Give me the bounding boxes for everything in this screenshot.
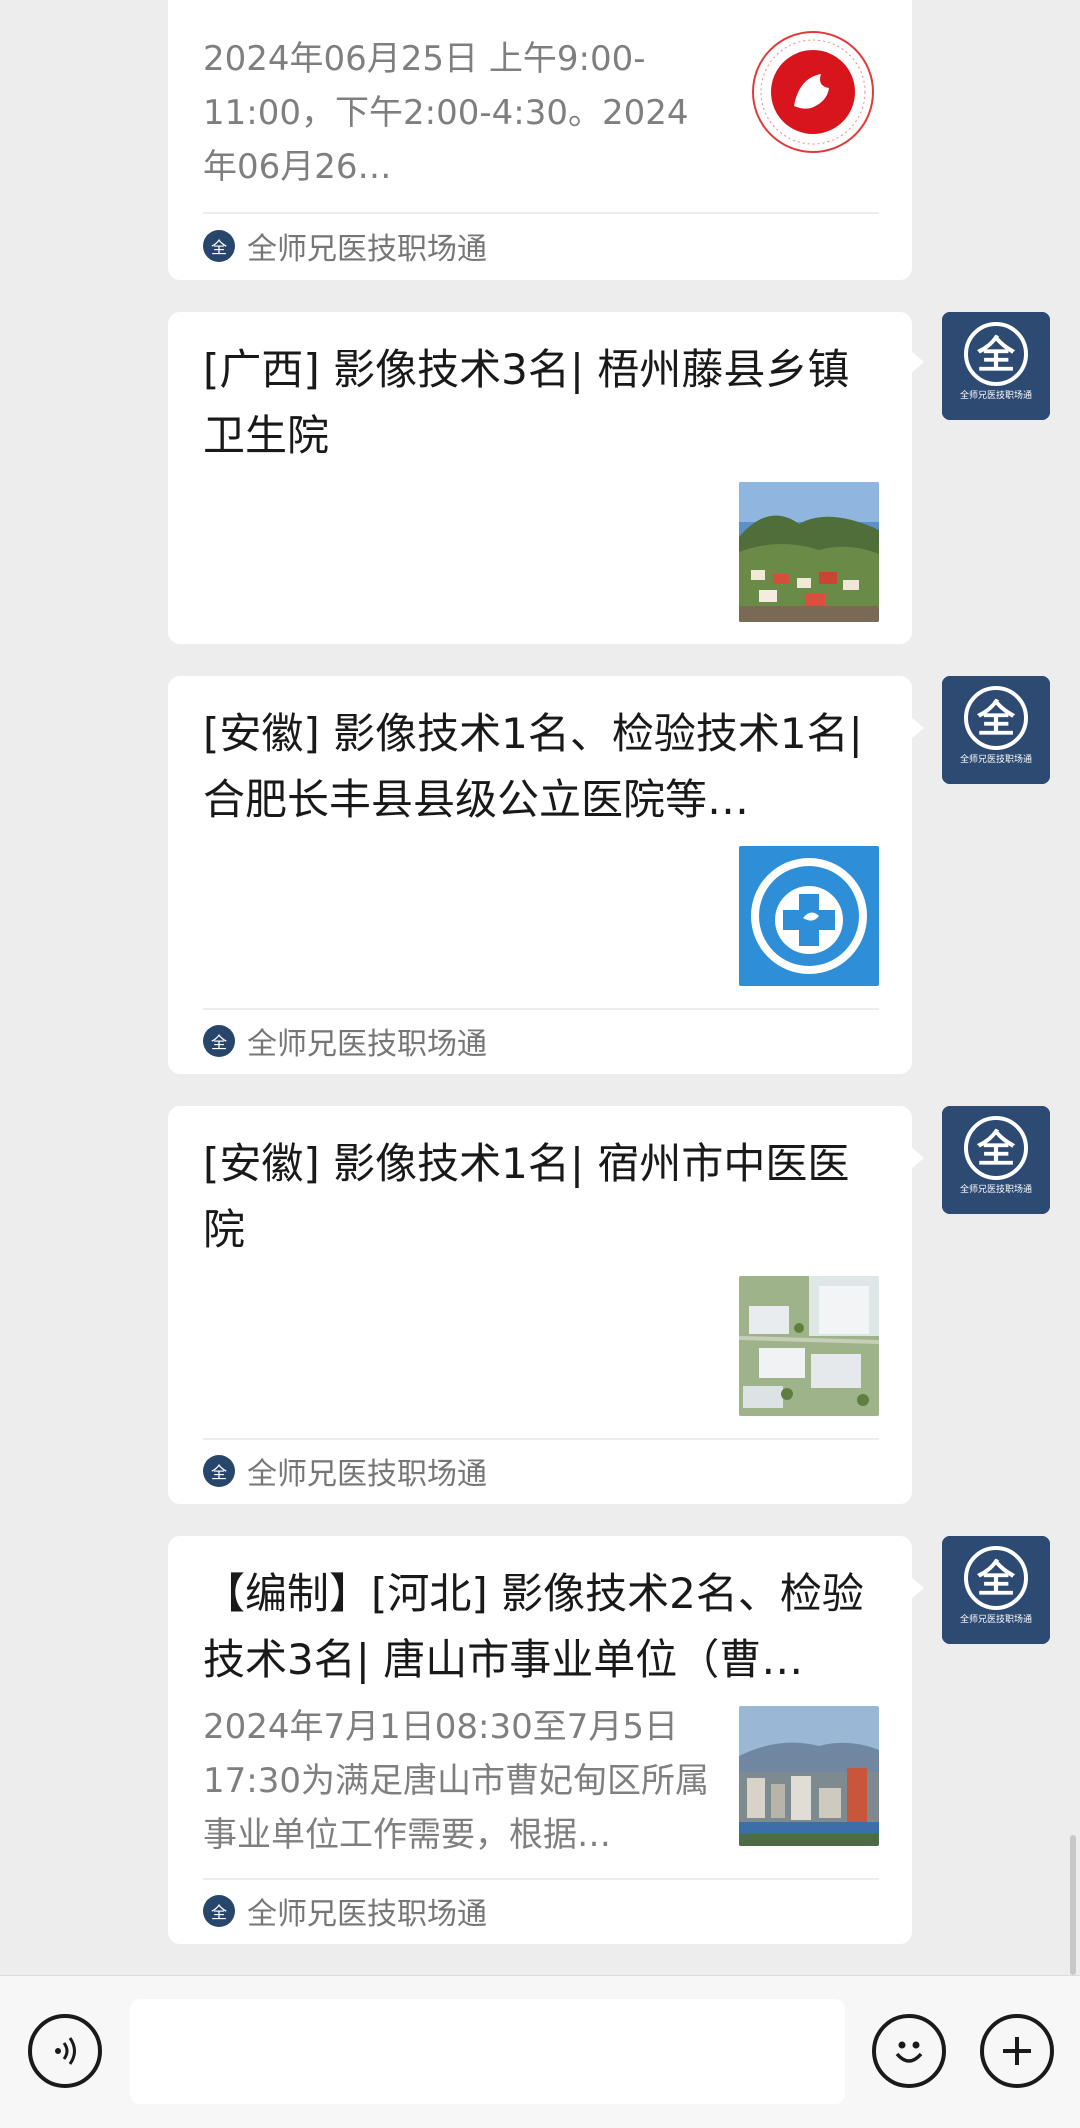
official-account-avatar[interactable]: 全 全师兄医技职场通 — [942, 676, 1050, 784]
article-card[interactable]: 2024年06月25日 上午9:00-11:00，下午2:00-4:30。202… — [168, 0, 912, 280]
article-card[interactable]: 【编制】[河北] 影像技术2名、检验技术3名| 唐山市事业单位（曹… 2024年… — [168, 1536, 912, 1944]
avatar-glyph: 全 — [976, 1127, 1016, 1171]
article-title: [安徽] 影像技术1名| 宿州市中医医院 — [203, 1139, 850, 1254]
article-thumbnail — [749, 28, 877, 156]
source-name: 全师兄医技职场通 — [247, 1897, 487, 1932]
article-description: 2024年06月25日 上午9:00-11:00，下午2:00-4:30。202… — [203, 39, 689, 187]
official-account-avatar[interactable]: 全 全师兄医技职场通 — [942, 312, 1050, 420]
source-logo-icon: 全 — [203, 230, 235, 262]
card-divider — [203, 212, 879, 214]
emoji-button[interactable] — [872, 2014, 946, 2088]
article-card[interactable]: [安徽] 影像技术1名、检验技术1名| 合肥长丰县县级公立医院等… 全 全师兄医… — [168, 676, 912, 1074]
card-divider — [203, 1878, 879, 1880]
article-description: 2024年7月1日08:30至7月5日17:30为满足唐山市曹妃甸区所属事业单位… — [203, 1707, 709, 1855]
article-title: [广西] 影像技术3名| 梧州藤县乡镇卫生院 — [203, 345, 850, 460]
article-thumbnail — [739, 1706, 879, 1846]
article-thumbnail — [739, 1276, 879, 1416]
source-name: 全师兄医技职场通 — [247, 1027, 487, 1062]
avatar-glyph: 全 — [976, 333, 1016, 377]
emoji-icon — [895, 2041, 923, 2063]
source-row: 全 全师兄医技职场通 — [203, 1451, 487, 1492]
plus-icon — [1003, 2037, 1031, 2065]
bubble-tail — [910, 350, 924, 374]
official-account-avatar[interactable]: 全 全师兄医技职场通 — [942, 1106, 1050, 1214]
article-title: [安徽] 影像技术1名、检验技术1名| 合肥长丰县县级公立医院等… — [203, 709, 863, 824]
avatar-glyph: 全 — [976, 1557, 1016, 1601]
chat-input-bar — [0, 1975, 1080, 2128]
article-card[interactable]: [安徽] 影像技术1名| 宿州市中医医院 全 全师兄医技职场通 — [168, 1106, 912, 1504]
avatar-glyph: 全 — [976, 697, 1016, 741]
bubble-tail — [910, 1576, 924, 1600]
source-name: 全师兄医技职场通 — [247, 1457, 487, 1492]
article-thumbnail — [739, 846, 879, 986]
source-row: 全 全师兄医技职场通 — [203, 226, 487, 267]
source-row: 全 全师兄医技职场通 — [203, 1891, 487, 1932]
official-account-avatar[interactable]: 全 全师兄医技职场通 — [942, 1536, 1050, 1644]
card-divider — [203, 1008, 879, 1010]
voice-button[interactable] — [28, 2014, 102, 2088]
bubble-tail — [910, 1146, 924, 1170]
source-logo-icon: 全 — [203, 1455, 235, 1487]
more-button[interactable] — [980, 2014, 1054, 2088]
bubble-tail — [910, 716, 924, 740]
avatar-caption: 全师兄医技职场通 — [960, 389, 1032, 401]
source-name: 全师兄医技职场通 — [247, 232, 487, 267]
chat-area[interactable]: 2024年06月25日 上午9:00-11:00，下午2:00-4:30。202… — [0, 0, 1080, 1975]
source-row: 全 全师兄医技职场通 — [203, 1021, 487, 1062]
source-logo-icon: 全 — [203, 1025, 235, 1057]
message-input[interactable] — [130, 1999, 845, 2104]
avatar-caption: 全师兄医技职场通 — [960, 1183, 1032, 1195]
article-card[interactable]: [广西] 影像技术3名| 梧州藤县乡镇卫生院 — [168, 312, 912, 644]
article-thumbnail — [739, 482, 879, 622]
avatar-caption: 全师兄医技职场通 — [960, 1613, 1032, 1625]
card-divider — [203, 1438, 879, 1440]
voice-icon — [55, 2037, 76, 2065]
source-logo-icon: 全 — [203, 1895, 235, 1927]
avatar-caption: 全师兄医技职场通 — [960, 753, 1032, 765]
article-title: 【编制】[河北] 影像技术2名、检验技术3名| 唐山市事业单位（曹… — [203, 1569, 864, 1684]
scrollbar[interactable] — [1070, 1835, 1076, 1975]
